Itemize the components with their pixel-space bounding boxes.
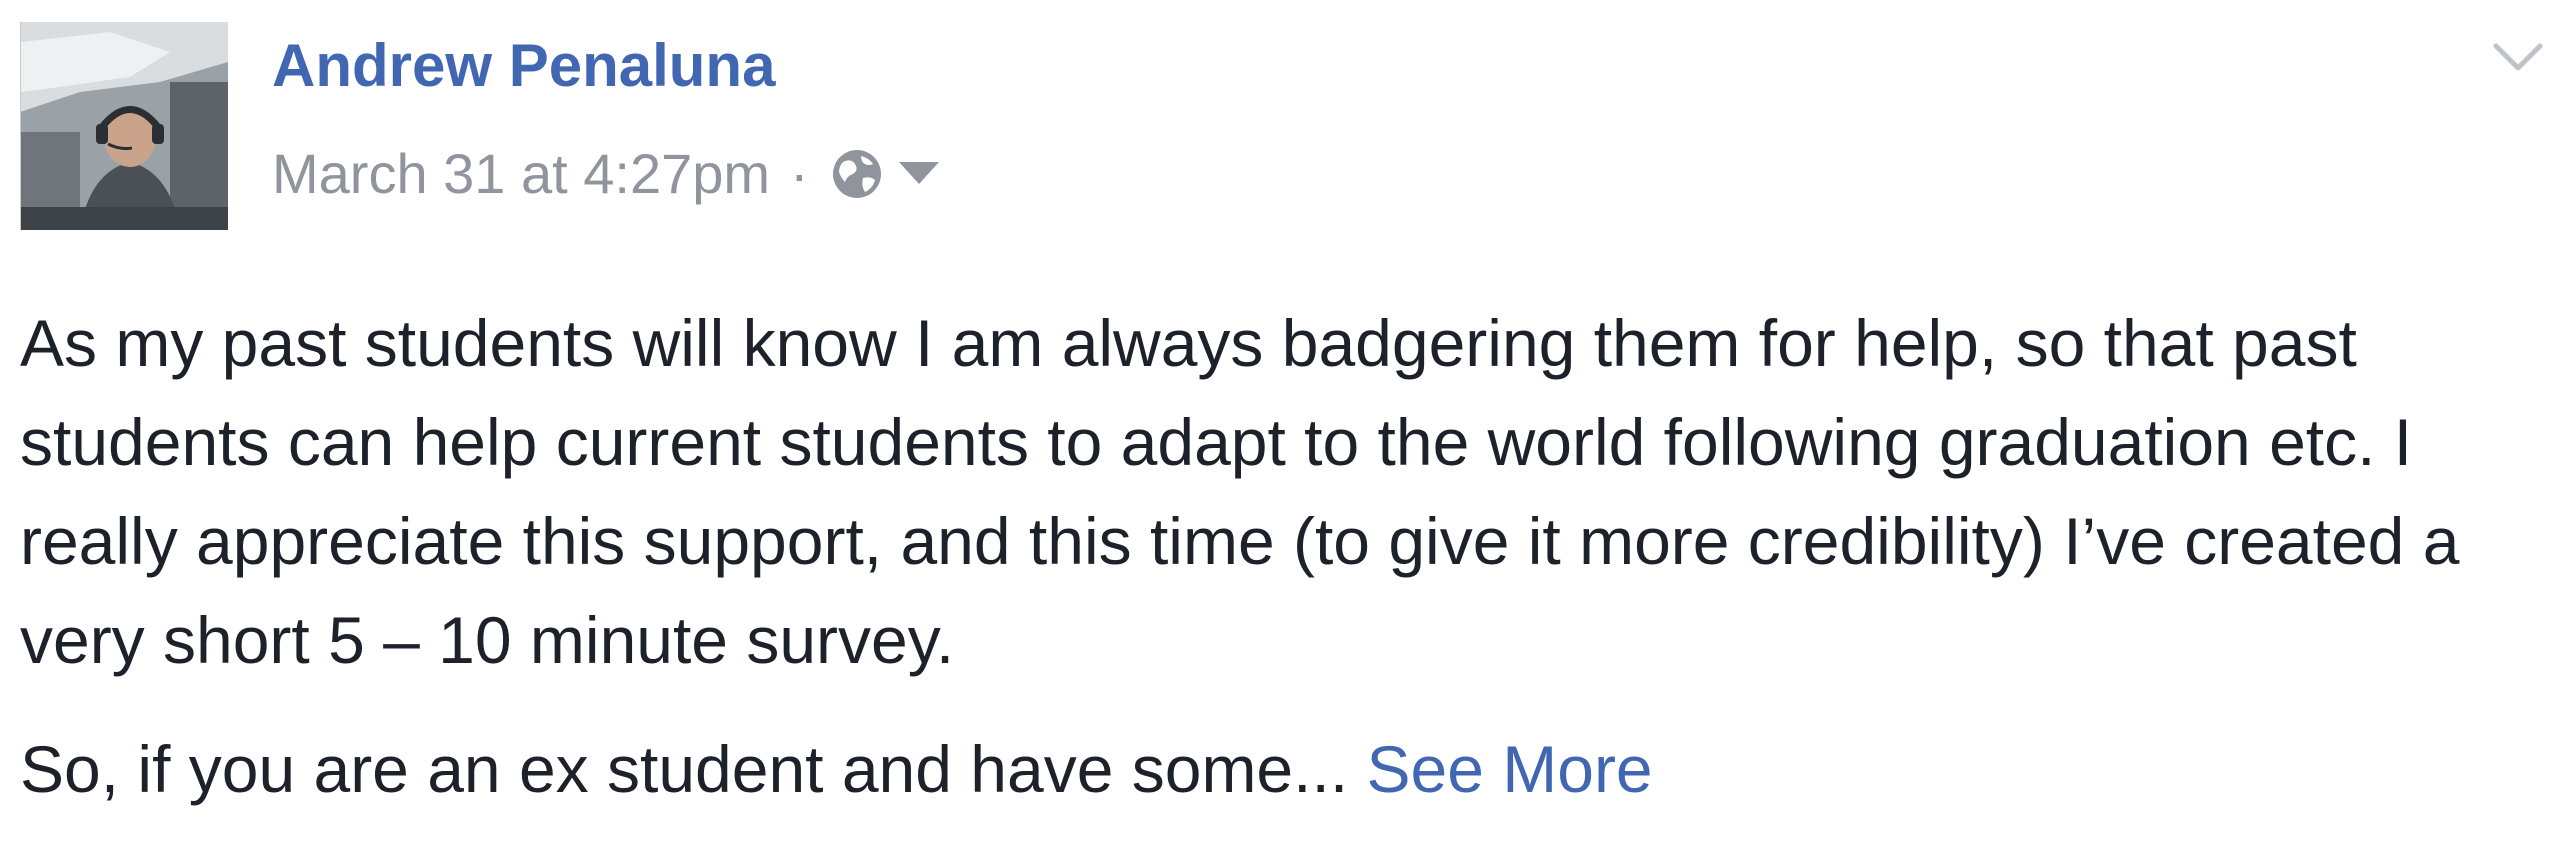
avatar-photo bbox=[20, 22, 228, 230]
avatar[interactable] bbox=[20, 22, 228, 230]
chevron-down-icon bbox=[898, 162, 939, 184]
globe-icon bbox=[832, 150, 881, 198]
privacy-selector[interactable] bbox=[829, 146, 939, 202]
post-options-chevron-icon[interactable] bbox=[2490, 38, 2546, 78]
see-more-link[interactable]: See More bbox=[1367, 732, 1653, 806]
post-timestamp[interactable]: March 31 at 4:27pm bbox=[272, 146, 770, 202]
post-body: As my past students will know I am alway… bbox=[20, 294, 2500, 819]
facebook-post: Andrew Penaluna March 31 at 4:27pm · As … bbox=[0, 0, 2570, 858]
author-name[interactable]: Andrew Penaluna bbox=[272, 36, 775, 96]
post-paragraph: As my past students will know I am alway… bbox=[20, 306, 2460, 677]
post-meta: March 31 at 4:27pm · bbox=[272, 146, 939, 202]
meta-separator: · bbox=[790, 142, 809, 205]
post-paragraph-truncated: So, if you are an ex student and have so… bbox=[20, 720, 2500, 819]
post-paragraph-text: So, if you are an ex student and have so… bbox=[20, 732, 1367, 806]
